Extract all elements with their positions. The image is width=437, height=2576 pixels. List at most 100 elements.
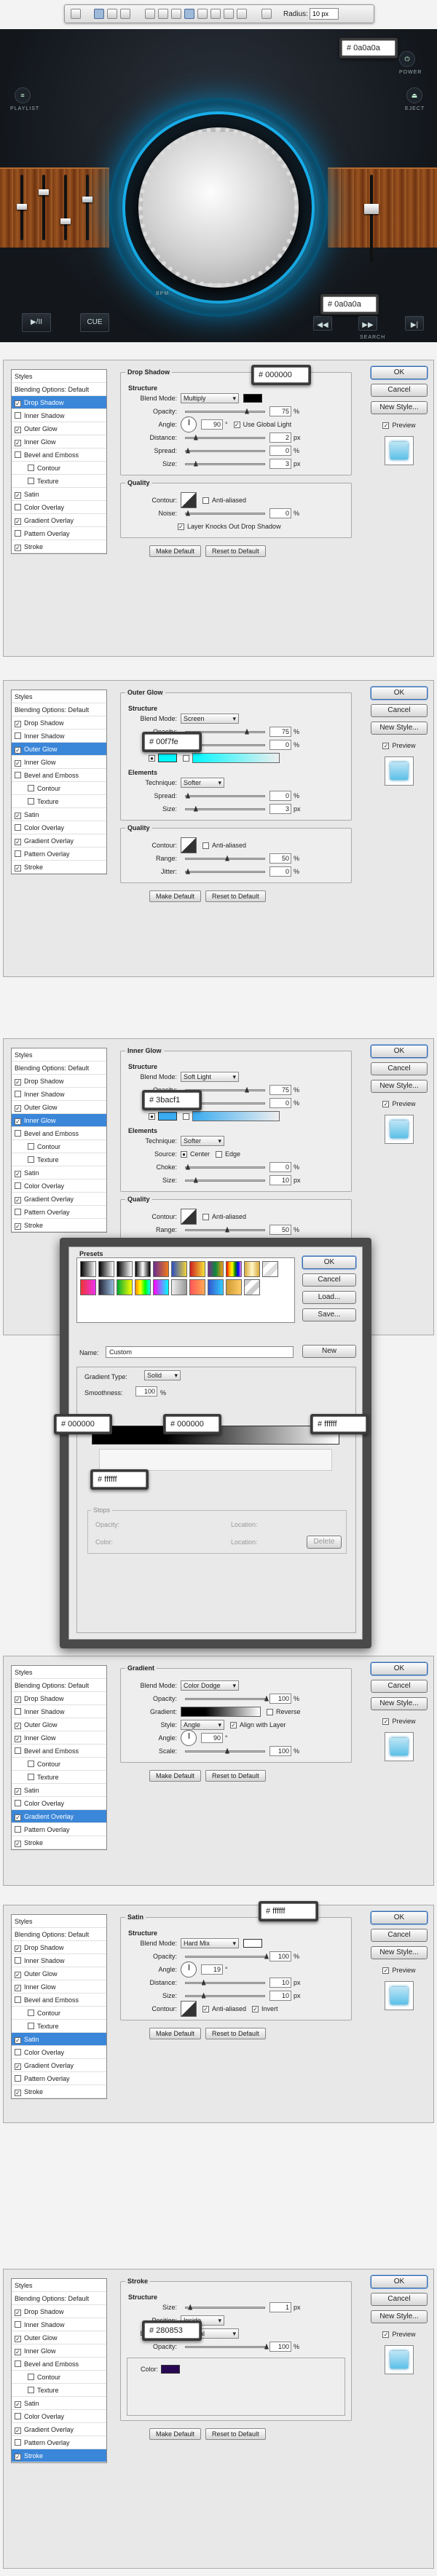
value-input[interactable]: 75 [269,1085,291,1095]
jog-wheel[interactable] [138,127,299,288]
style-item[interactable]: ✓ Gradient Overlay [12,2423,106,2436]
value-input[interactable]: 0 [269,740,291,750]
preset-swatch[interactable] [117,1261,133,1277]
style-item[interactable]: Contour [12,1140,106,1153]
pen-tool-button[interactable] [145,9,155,19]
style-item[interactable]: Bevel and Emboss [12,2358,106,2371]
style-checkbox[interactable] [28,2023,34,2029]
geometry-options-button[interactable] [261,9,272,19]
blend-mode-select[interactable]: Multiply [181,393,239,403]
cancel-button[interactable]: Cancel [371,1680,428,1693]
gradient-load-button[interactable]: Load... [302,1291,356,1304]
value-input[interactable]: 75 [269,406,291,416]
style-item[interactable]: ✓ Inner Glow [12,435,106,449]
style-item[interactable]: ✓ Gradient Overlay [12,834,106,848]
value-input[interactable]: 100 [269,1746,291,1756]
value-slider[interactable] [185,434,265,440]
style-item[interactable]: ✓ Satin [12,1166,106,1180]
style-checkbox[interactable] [15,1996,21,2003]
rectangle-tool-button[interactable] [171,9,181,19]
style-item[interactable]: ✓ Outer Glow [12,422,106,435]
style-checkbox[interactable] [15,1708,21,1715]
style-checkbox[interactable] [15,1826,21,1833]
make-default-button[interactable]: Make Default [149,2028,202,2039]
style-checkbox[interactable]: ✓ [15,2063,21,2070]
value-input[interactable]: 10 [269,1175,291,1185]
style-checkbox[interactable] [15,1209,21,1215]
fader-knob[interactable] [17,204,27,210]
preset-swatch[interactable] [153,1261,169,1277]
style-item[interactable]: Contour [12,462,106,475]
style-checkbox[interactable] [28,478,34,484]
preview-checkbox[interactable]: ✓ [382,1967,390,1974]
preset-swatch[interactable] [80,1261,96,1277]
style-item[interactable]: ✓ Outer Glow [12,1718,106,1731]
line-tool-button[interactable] [224,9,234,19]
value-input[interactable]: 50 [269,853,291,864]
fader-knob[interactable] [39,189,49,195]
preset-swatch[interactable] [189,1261,205,1277]
style-item[interactable]: Contour [12,2007,106,2020]
style-item[interactable]: Pattern Overlay [12,1206,106,1219]
blend-mode-select[interactable]: Color Dodge [181,1680,239,1691]
rewind-button[interactable]: ◀◀ [313,316,332,331]
style-item[interactable]: ✓ Outer Glow [12,1967,106,1980]
fader-knob[interactable] [60,218,71,224]
style-checkbox[interactable] [28,1761,34,1767]
style-checkbox[interactable]: ✓ [15,2310,21,2316]
preset-swatch[interactable] [226,1261,242,1277]
style-item[interactable]: Texture [12,1153,106,1166]
style-checkbox[interactable] [15,1091,21,1097]
preset-swatch[interactable] [98,1279,114,1295]
blending-options-item[interactable]: Blending Options: Default [12,703,106,716]
style-checkbox[interactable]: ✓ [15,400,21,407]
pitch-knob[interactable] [364,204,379,214]
rounded-rectangle-button[interactable] [184,9,194,19]
style-checkbox[interactable] [28,1774,34,1780]
style-checkbox[interactable] [28,785,34,791]
style-item[interactable]: ✓ Gradient Overlay [12,2059,106,2072]
glow-color-swatch[interactable] [158,1112,177,1121]
forward-button[interactable]: ▶▶ [358,316,377,331]
style-checkbox[interactable] [15,1747,21,1754]
style-checkbox[interactable] [15,412,21,419]
style-checkbox[interactable]: ✓ [15,1723,21,1729]
value-input[interactable]: 75 [269,727,291,737]
cancel-button[interactable]: Cancel [371,2293,428,2306]
stroke-color-swatch[interactable] [161,2365,180,2374]
preset-swatch[interactable] [171,1261,187,1277]
style-checkbox[interactable]: ✓ [15,760,21,767]
style-item[interactable]: Texture [12,475,106,488]
style-checkbox[interactable]: ✓ [15,1972,21,1978]
value-input[interactable]: 100 [269,2342,291,2352]
style-item[interactable]: ✓ Stroke [12,540,106,553]
style-item[interactable]: Contour [12,1758,106,1771]
style-checkbox[interactable] [15,2439,21,2446]
style-checkbox[interactable]: ✓ [15,492,21,499]
play-pause-button[interactable]: ▶/II [22,313,51,332]
value-input[interactable]: 0 [269,866,291,877]
cancel-button[interactable]: Cancel [371,384,428,397]
style-checkbox[interactable] [15,2049,21,2055]
tool-preset-button[interactable] [71,9,81,19]
new-style-button[interactable]: New Style... [371,1697,428,1710]
fill-pixels-button[interactable] [120,9,130,19]
gradient-ok-button[interactable]: OK [302,1256,356,1269]
value-input[interactable]: 3 [269,459,291,469]
make-default-button[interactable]: Make Default [149,1770,202,1782]
style-item[interactable]: ✓ Drop Shadow [12,396,106,409]
style-checkbox[interactable]: ✓ [15,1788,21,1795]
style-checkbox[interactable]: ✓ [15,865,21,872]
new-style-button[interactable]: New Style... [371,722,428,735]
style-checkbox[interactable]: ✓ [15,2090,21,2096]
style-checkbox[interactable]: ✓ [15,1814,21,1821]
style-item[interactable]: Contour [12,782,106,795]
style-checkbox[interactable]: ✓ [15,1985,21,1991]
preset-swatch[interactable] [189,1279,205,1295]
style-item[interactable]: Color Overlay [12,501,106,514]
style-item[interactable]: ✓ Gradient Overlay [12,1810,106,1823]
style-item[interactable]: ✓ Drop Shadow [12,716,106,730]
style-item[interactable]: ✓ Gradient Overlay [12,514,106,527]
ellipse-tool-button[interactable] [197,9,208,19]
value-slider[interactable] [185,2304,265,2310]
